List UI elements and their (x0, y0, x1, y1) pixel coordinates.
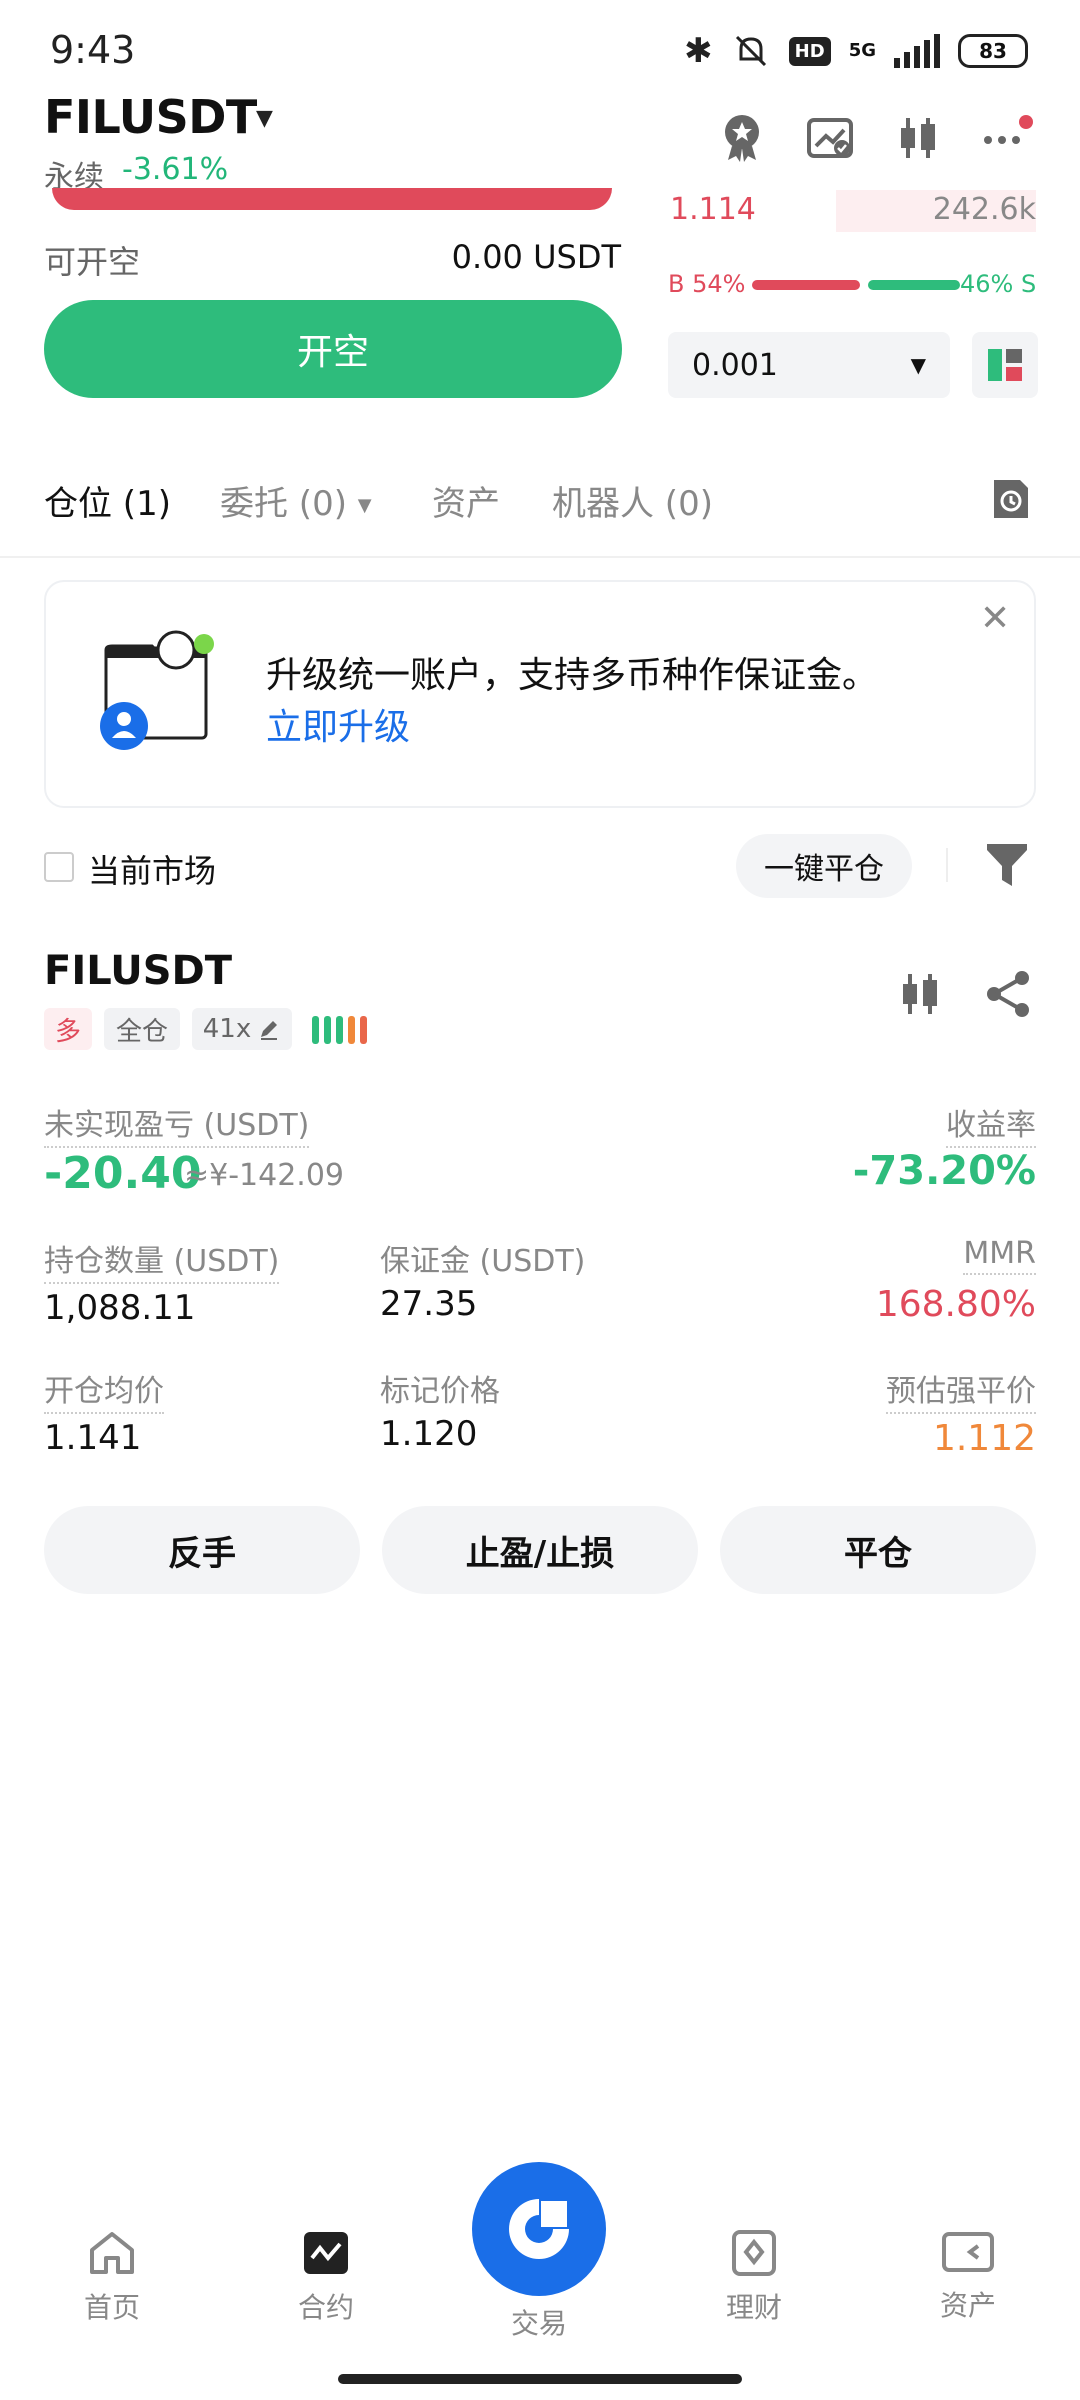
risk-level-indicator (312, 1016, 367, 1044)
close-position-button[interactable]: 平仓 (720, 1506, 1036, 1594)
tabs-divider (0, 556, 1080, 558)
earn-icon (732, 2230, 776, 2276)
depth-value: 0.001 (692, 347, 778, 383)
position-symbol[interactable]: FILUSDT (44, 948, 232, 994)
caret-down-icon[interactable]: ▼ (256, 106, 273, 131)
wallet-icon (942, 2232, 994, 2272)
trade-icon (509, 2199, 569, 2259)
position-size-label[interactable]: 持仓数量 (USDT) (44, 1236, 280, 1284)
nav-futures-label: 合约 (297, 2291, 354, 2324)
liquidation-price-value: 1.112 (932, 1418, 1036, 1459)
margin-label: 保证金 (USDT) (380, 1244, 586, 1279)
network-label: 5G (848, 40, 876, 61)
tab-orders-label: 委托 (0) (220, 484, 347, 524)
nav-earn-label: 理财 (725, 2291, 782, 2324)
entry-price-value: 1.141 (44, 1418, 142, 1458)
entry-price-label[interactable]: 开仓均价 (44, 1366, 164, 1414)
share-icon[interactable] (984, 970, 1032, 1022)
nav-assets[interactable]: 资产 (898, 2230, 1038, 2324)
unrealized-pnl-label[interactable]: 未实现盈亏 (USDT) (44, 1100, 310, 1148)
caret-down-icon: ▼ (357, 495, 372, 516)
home-indicator (338, 2374, 742, 2384)
history-icon[interactable] (990, 476, 1032, 526)
status-icons: ✱ HD 5G 83 (684, 26, 1028, 76)
caret-down-icon: ▼ (910, 353, 926, 377)
sell-button-partial[interactable] (52, 188, 612, 210)
depth-select[interactable]: 0.001 ▼ (668, 332, 950, 398)
margin-value: 27.35 (380, 1284, 478, 1324)
layout-icon (988, 349, 1022, 381)
orderbook-price[interactable]: 1.114 (670, 192, 756, 227)
hd-badge: HD (788, 36, 831, 66)
roe-label[interactable]: 收益率 (946, 1100, 1036, 1148)
edit-icon (261, 1021, 278, 1040)
nav-trade-label[interactable]: 交易 (472, 2302, 606, 2342)
nav-home-label: 首页 (83, 2291, 140, 2324)
unrealized-pnl-cny: ≈¥-142.09 (184, 1158, 345, 1193)
status-time: 9:43 (50, 28, 136, 72)
divider (946, 848, 948, 882)
mark-price-label: 标记价格 (380, 1374, 500, 1409)
bluetooth-icon: ✱ (684, 31, 713, 71)
sell-ratio: 46% S (960, 270, 1037, 298)
nav-home[interactable]: 首页 (42, 2230, 182, 2326)
available-value: 0.00 USDT (451, 238, 621, 276)
filter-icon[interactable] (985, 840, 1029, 894)
mmr-value: 168.80% (875, 1284, 1036, 1325)
layout-toggle-button[interactable] (972, 332, 1038, 398)
liquidation-price-label[interactable]: 预估强平价 (886, 1366, 1036, 1414)
nav-assets-label: 资产 (939, 2289, 996, 2322)
buy-ratio-bar (752, 280, 860, 290)
buy-ratio: B 54% (668, 270, 746, 298)
side-tag: 多 (44, 1008, 92, 1050)
mark-price-value: 1.120 (380, 1414, 478, 1454)
close-all-button[interactable]: 一键平仓 (736, 834, 912, 898)
tab-positions[interactable]: 仓位 (1) (44, 476, 171, 525)
reverse-button[interactable]: 反手 (44, 1506, 360, 1594)
tab-orders[interactable]: 委托 (0) ▼ (220, 476, 372, 525)
banner-text: 升级统一账户，支持多币种作保证金。 (266, 655, 879, 696)
unified-account-icon (96, 626, 226, 756)
more-icon[interactable] (978, 110, 1034, 166)
nav-earn[interactable]: 理财 (684, 2230, 824, 2326)
tab-bots[interactable]: 机器人 (0) (552, 476, 713, 525)
tab-assets[interactable]: 资产 (432, 476, 500, 525)
position-size-value: 1,088.11 (44, 1288, 196, 1328)
badge-icon[interactable] (714, 110, 770, 166)
orderbook-volume: 242.6k (932, 192, 1036, 227)
upgrade-link[interactable]: 立即升级 (266, 698, 410, 750)
close-icon[interactable]: ✕ (980, 598, 1010, 639)
battery-icon: 83 (958, 34, 1028, 68)
leverage-tag[interactable]: 41x (192, 1008, 292, 1050)
current-market-label[interactable]: 当前市场 (88, 846, 216, 892)
available-label: 可开空 (44, 243, 141, 281)
nav-trade-button[interactable] (472, 2162, 606, 2296)
candlestick-icon[interactable] (890, 110, 946, 166)
nav-futures[interactable]: 合约 (256, 2230, 396, 2326)
mute-icon (735, 35, 766, 67)
signal-icon (894, 34, 940, 68)
unrealized-pnl-value: -20.40 (44, 1148, 202, 1199)
price-change: -3.61% (122, 152, 229, 187)
leverage-value: 41x (202, 1014, 252, 1044)
candlestick-icon[interactable] (896, 970, 944, 1022)
home-icon (90, 2232, 134, 2274)
symbol-title[interactable]: FILUSDT (44, 90, 257, 144)
margin-mode-tag: 全仓 (104, 1008, 180, 1050)
mmr-label[interactable]: MMR (963, 1236, 1036, 1275)
current-market-checkbox[interactable] (44, 852, 74, 882)
open-short-button[interactable]: 开空 (44, 300, 622, 398)
sell-ratio-bar (868, 280, 960, 290)
chart-card-icon[interactable] (802, 110, 858, 166)
roe-value: -73.20% (852, 1148, 1036, 1194)
futures-icon (304, 2232, 348, 2274)
tp-sl-button[interactable]: 止盈/止损 (382, 1506, 698, 1594)
